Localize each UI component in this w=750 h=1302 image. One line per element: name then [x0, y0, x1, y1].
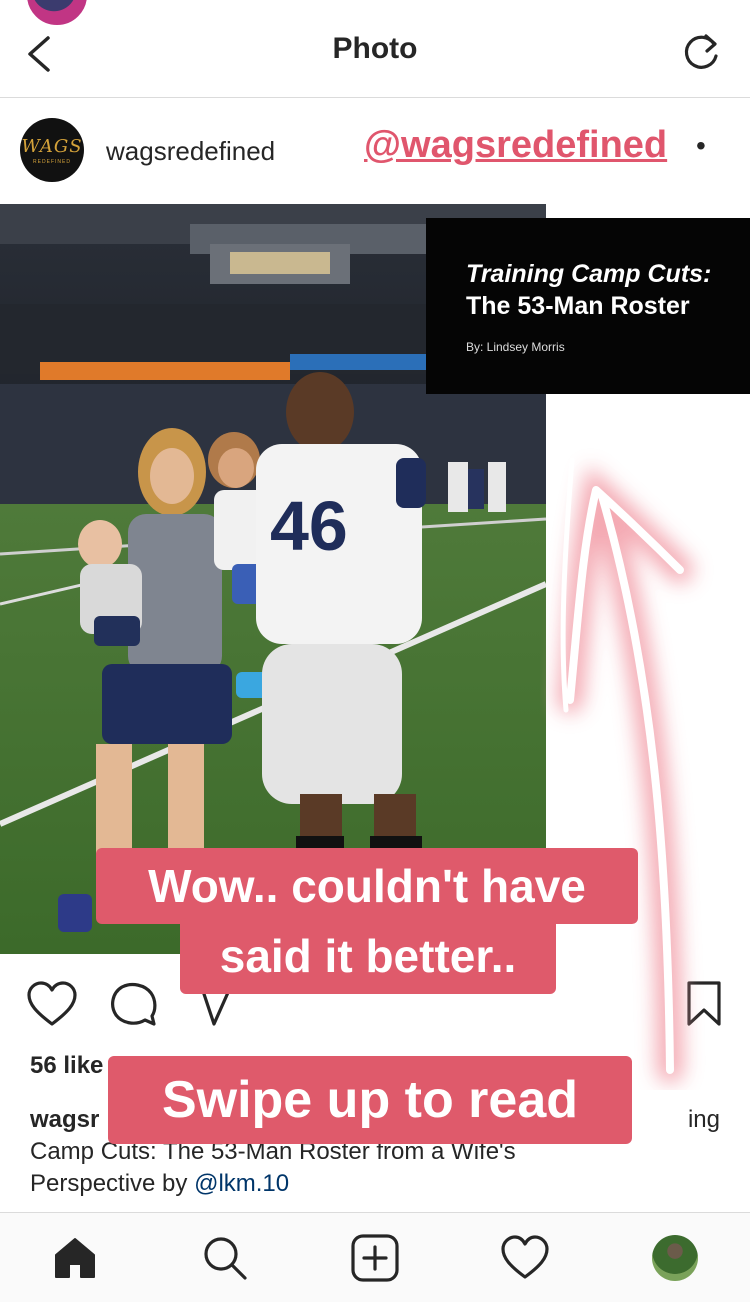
- add-post-icon[interactable]: [350, 1233, 400, 1283]
- post-header: WAGS REDEFINED wagsredefined @wagsredefi…: [0, 98, 750, 202]
- search-icon[interactable]: [200, 1233, 250, 1283]
- profile-avatar[interactable]: [652, 1235, 698, 1281]
- bottom-tab-bar: [0, 1212, 750, 1302]
- comment-icon[interactable]: [108, 980, 158, 1028]
- more-options-icon[interactable]: •: [696, 130, 706, 162]
- caption-line1-tail: ing: [687, 1106, 720, 1133]
- mention-sticker[interactable]: @wagsredefined: [364, 124, 667, 167]
- swipe-up-arrow: [557, 457, 693, 1083]
- caption-username[interactable]: wagsr: [30, 1104, 99, 1136]
- post-username[interactable]: wagsredefined: [106, 136, 275, 167]
- heart-icon[interactable]: [26, 980, 78, 1028]
- refresh-icon[interactable]: [678, 30, 724, 76]
- caption-line3-prefix: Perspective by: [30, 1170, 195, 1197]
- article-byline: By: Lindsey Morris: [466, 340, 565, 354]
- article-title-line2: The 53-Man Roster: [466, 292, 690, 320]
- story-text-sticker-line1: Wow.. couldn't have: [96, 848, 638, 924]
- photo-navbar: Photo: [0, 0, 750, 98]
- caption-mention-link[interactable]: @lkm.10: [194, 1170, 289, 1197]
- svg-text:46: 46: [270, 487, 348, 565]
- story-text-sticker-line2: said it better..: [180, 918, 556, 994]
- home-icon[interactable]: [50, 1233, 100, 1283]
- page-title: Photo: [332, 32, 418, 65]
- activity-heart-icon[interactable]: [500, 1233, 550, 1283]
- article-title-line1: Training Camp Cuts:: [466, 260, 712, 288]
- avatar-logo: WAGS: [21, 135, 83, 157]
- likes-count[interactable]: 56 like: [30, 1052, 103, 1080]
- post-avatar[interactable]: WAGS REDEFINED: [20, 118, 84, 182]
- article-card[interactable]: Training Camp Cuts: The 53-Man Roster By…: [426, 218, 750, 394]
- swipe-up-sticker[interactable]: Swipe up to read: [108, 1056, 632, 1144]
- avatar-logo-sub: REDEFINED: [33, 158, 71, 165]
